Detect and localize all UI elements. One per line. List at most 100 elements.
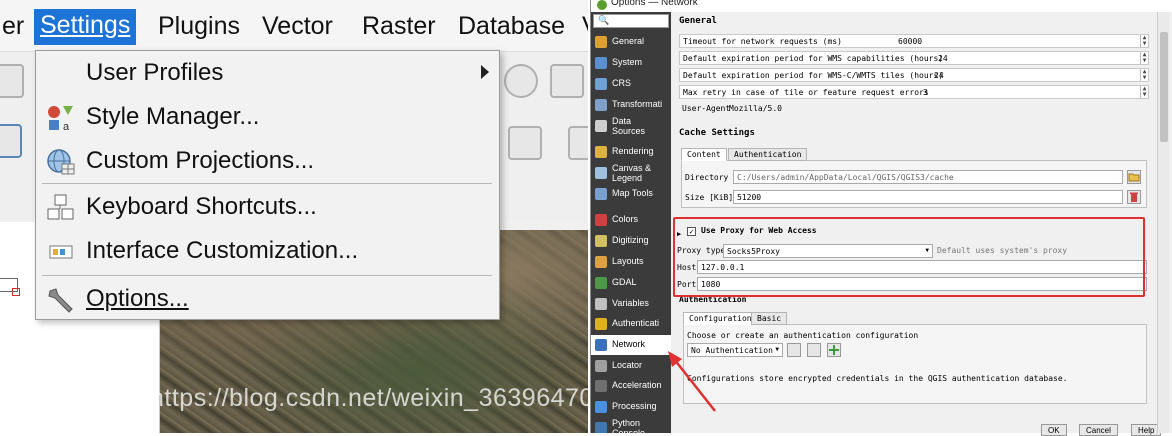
nav-item-map-tools[interactable]: Map Tools xyxy=(591,184,671,204)
menubar: er Settings Plugins Vector Raster Databa… xyxy=(0,0,588,52)
nav-item-digitizing[interactable]: Digitizing xyxy=(591,231,671,251)
menu-item-keyboard-shortcuts[interactable]: Keyboard Shortcuts... xyxy=(36,187,499,229)
menu-plugins[interactable]: Plugins xyxy=(152,10,246,42)
ok-button[interactable]: OK xyxy=(1041,424,1067,436)
nav-item-label: Map Tools xyxy=(612,188,653,198)
digitize-icon[interactable] xyxy=(0,124,22,158)
nav-item-layouts[interactable]: Layouts xyxy=(591,252,671,272)
nav-item-data-sources[interactable]: Data Sources xyxy=(591,116,671,136)
nav-item-system[interactable]: System xyxy=(591,53,671,73)
menu-settings-label: Settings xyxy=(40,11,131,39)
remove-config-icon[interactable] xyxy=(807,343,821,357)
zoom-icon[interactable] xyxy=(504,64,538,98)
nav-item-acceleration[interactable]: Acceleration xyxy=(591,376,671,396)
menu-item-label: Interface Customization... xyxy=(86,237,359,264)
nav-item-label: Colors xyxy=(612,214,639,224)
search-icon: 🔍 xyxy=(598,15,610,25)
nav-item-variables[interactable]: Variables xyxy=(591,294,671,314)
menu-vector[interactable]: Vector xyxy=(256,10,339,42)
map-icon[interactable] xyxy=(550,64,584,98)
wms-capabilities-value: 24 xyxy=(938,54,948,63)
locator-icon xyxy=(595,360,607,372)
browse-folder-icon[interactable] xyxy=(1127,170,1141,184)
nav-item-python-console[interactable]: Python Console xyxy=(591,418,671,433)
nav-item-authenticati[interactable]: Authenticati xyxy=(591,314,671,334)
general-icon xyxy=(595,36,607,48)
user-agent-row[interactable]: User-Agent Mozilla/5.0 xyxy=(679,102,1149,116)
spin-arrows-icon[interactable]: ▲ ▼ xyxy=(1140,86,1148,98)
tab-cache-authentication[interactable]: Authentication xyxy=(728,148,808,161)
options-side-nav: 🔍 General System CRS Transformati Data Sourc… xyxy=(591,12,671,433)
nav-item-locator[interactable]: Locator xyxy=(591,356,671,376)
edit-config-icon[interactable] xyxy=(787,343,801,357)
wms-capabilities-row[interactable]: Default expiration period for WMS capabi… xyxy=(679,51,1149,65)
globe-grid-icon xyxy=(46,147,76,177)
cancel-button[interactable]: Cancel xyxy=(1079,424,1118,436)
menu-item-options[interactable]: Options... xyxy=(36,279,499,321)
dialog-title: Options — Network xyxy=(611,0,698,8)
content-scrollbar[interactable] xyxy=(1157,12,1169,433)
nav-item-label: Transformati xyxy=(612,99,663,109)
menu-separator xyxy=(42,275,492,276)
acceleration-icon xyxy=(595,380,607,392)
nav-item-network[interactable]: Network xyxy=(591,335,671,355)
keyboard-shortcuts-icon xyxy=(46,193,76,223)
nav-item-label: Variables xyxy=(612,298,649,308)
nav-item-rendering[interactable]: Rendering xyxy=(591,142,671,162)
paste-icon[interactable] xyxy=(568,126,588,160)
spin-arrows-icon[interactable]: ▲ ▼ xyxy=(1140,35,1148,47)
nav-search-input[interactable]: 🔍 xyxy=(593,14,669,28)
nav-item-general[interactable]: General xyxy=(591,32,671,52)
menu-settings[interactable]: Settings xyxy=(34,9,137,45)
max-retry-label: Max retry in case of tile or feature req… xyxy=(683,88,929,97)
menu-partial-v[interactable]: V xyxy=(576,10,588,42)
variables-icon xyxy=(595,298,607,310)
proxy-highlight-box xyxy=(673,217,1145,297)
crs-icon xyxy=(595,78,607,90)
menu-view-partial[interactable]: er xyxy=(0,10,30,42)
menu-item-user-profiles[interactable]: User Profiles xyxy=(36,53,499,95)
submenu-arrow-icon xyxy=(481,65,489,79)
settings-menu: User Profiles a Style Manager... Custom … xyxy=(35,50,500,320)
max-retry-row[interactable]: Max retry in case of tile or feature req… xyxy=(679,85,1149,99)
auth-note: Configurations store encrypted credentia… xyxy=(687,374,1068,383)
transformation-icon xyxy=(595,99,607,111)
nav-item-processing[interactable]: Processing xyxy=(591,397,671,417)
spin-arrows-icon[interactable]: ▲ ▼ xyxy=(1140,69,1148,81)
menu-database[interactable]: Database xyxy=(452,10,571,42)
spin-arrows-icon[interactable]: ▲ ▼ xyxy=(1140,52,1148,64)
nav-item-colors[interactable]: Colors xyxy=(591,210,671,230)
size-field[interactable]: 51200 xyxy=(733,190,1123,204)
wmts-tiles-label: Default expiration period for WMS-C/WMTS… xyxy=(683,71,944,80)
gdal-icon xyxy=(595,277,607,289)
wmts-tiles-value: 24 xyxy=(934,71,944,80)
digitizing-icon xyxy=(595,235,607,247)
nav-item-label: Acceleration xyxy=(612,380,662,390)
menu-item-label: Keyboard Shortcuts... xyxy=(86,193,317,220)
nav-item-crs[interactable]: CRS xyxy=(591,74,671,94)
nav-item-canvas-legend[interactable]: Canvas & Legend xyxy=(591,163,671,183)
dropdown-arrow-icon: ▼ xyxy=(775,346,779,353)
toolbar-tool-icon[interactable] xyxy=(0,64,24,98)
menu-raster[interactable]: Raster xyxy=(356,10,442,42)
directory-field[interactable]: C:/Users/admin/AppData/Local/QGIS/QGIS3/… xyxy=(733,170,1123,184)
nav-item-transformati[interactable]: Transformati xyxy=(591,95,671,115)
wrench-icon xyxy=(46,285,76,315)
nav-item-label: Locator xyxy=(612,360,643,370)
timeout-row[interactable]: Timeout for network requests (ms) 60000 … xyxy=(679,34,1149,48)
tab-basic[interactable]: Basic xyxy=(751,312,788,325)
menu-item-style-manager[interactable]: a Style Manager... xyxy=(36,97,499,139)
menu-item-interface-customization[interactable]: Interface Customization... xyxy=(36,231,499,273)
clear-cache-icon[interactable] xyxy=(1127,190,1141,204)
menu-item-custom-projections[interactable]: Custom Projections... xyxy=(36,141,499,183)
scroll-thumb[interactable] xyxy=(1160,32,1168,142)
tab-content[interactable]: Content xyxy=(681,148,727,161)
cache-section-title: Cache Settings xyxy=(679,128,755,138)
copy-icon[interactable] xyxy=(508,126,542,160)
max-retry-value: 3 xyxy=(923,88,928,97)
nav-item-gdal[interactable]: GDAL xyxy=(591,273,671,293)
add-config-icon[interactable] xyxy=(827,343,841,357)
wmts-tiles-row[interactable]: Default expiration period for WMS-C/WMTS… xyxy=(679,68,1149,82)
watermark: https://blog.csdn.net/weixin_36396470 xyxy=(150,384,588,412)
python-icon xyxy=(595,422,607,433)
